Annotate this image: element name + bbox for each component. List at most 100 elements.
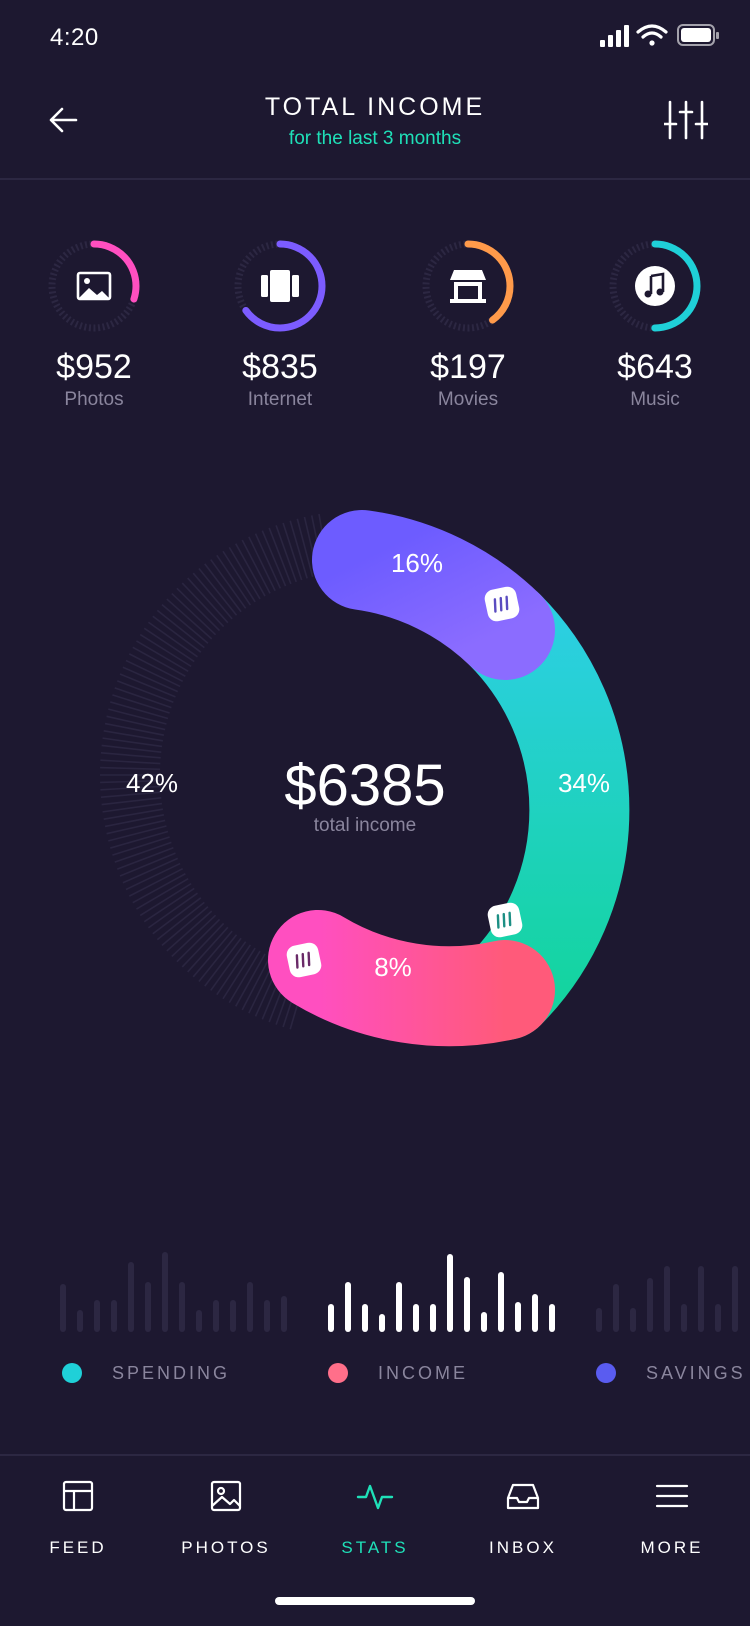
donut-tick: [125, 659, 181, 688]
category-card-movies[interactable]: $197 Movies: [398, 236, 538, 411]
donut-tick: [128, 867, 184, 897]
donut-tick: [241, 956, 271, 1011]
donut-tick: [181, 582, 225, 628]
image-icon: [76, 271, 112, 301]
category-amount: $835: [242, 348, 318, 386]
donut-tick: [176, 587, 221, 632]
bar: [732, 1266, 738, 1332]
bar-groups: [60, 1252, 738, 1332]
bar: [664, 1266, 670, 1332]
category-label: Internet: [247, 389, 313, 410]
donut-tick: [166, 598, 213, 640]
inbox-icon: [506, 1483, 540, 1510]
legend-label: INCOME: [378, 1362, 468, 1383]
nav-label: FEED: [49, 1538, 107, 1557]
menu-icon: [655, 1484, 689, 1508]
store-icon: [450, 270, 486, 303]
bar: [60, 1284, 66, 1332]
category-label: Movies: [437, 389, 499, 410]
slice-label: 34%: [558, 768, 610, 798]
category-card-music[interactable]: $643 Music: [585, 236, 725, 411]
nav-label: STATS: [341, 1538, 409, 1557]
page-subtitle: for the last 3 months: [288, 128, 462, 149]
donut-tick: [166, 910, 213, 952]
nav-stats[interactable]: STATS: [315, 1476, 435, 1558]
legend-dot: [596, 1363, 616, 1383]
donut-tick: [187, 577, 229, 624]
nav-photos[interactable]: PHOTOS: [166, 1476, 286, 1558]
category-label: Music: [630, 389, 680, 410]
bar: [498, 1272, 504, 1332]
bar: [145, 1282, 151, 1332]
bar: [230, 1300, 236, 1332]
bar: [447, 1254, 453, 1332]
bar: [613, 1284, 619, 1332]
donut-tick: [176, 918, 221, 963]
donut-tick: [100, 759, 161, 765]
status-icons: [600, 24, 719, 47]
category-card-photos[interactable]: $952 Photos: [24, 236, 164, 411]
nav-inbox[interactable]: INBOX: [463, 1476, 583, 1558]
progress-ring: [609, 240, 701, 332]
legend-savings[interactable]: SAVINGS: [596, 1358, 746, 1388]
bar: [345, 1282, 351, 1332]
bar: [715, 1304, 721, 1332]
legend-label: SPENDING: [112, 1362, 231, 1383]
donut-tick: [235, 543, 266, 597]
bar: [430, 1304, 436, 1332]
donut-tick: [171, 593, 217, 636]
category-label: Photos: [64, 389, 124, 410]
donut-tick: [132, 873, 186, 904]
header-divider: [0, 178, 750, 180]
category-card-internet[interactable]: $835 Internet: [210, 236, 350, 411]
battery-icon: [677, 24, 719, 46]
signal-icon: [600, 25, 629, 47]
donut-tick: [104, 814, 165, 828]
donut-tick: [125, 862, 181, 891]
progress-ring: [422, 240, 514, 332]
film-icon: [261, 270, 299, 302]
bar: [532, 1294, 538, 1332]
slice-label: 8%: [374, 952, 412, 982]
legend-dot: [328, 1363, 348, 1383]
bar: [77, 1310, 83, 1332]
donut-tick: [104, 722, 165, 736]
category-amount: $643: [617, 348, 693, 386]
donut-tick: [128, 653, 184, 683]
donut-tick: [106, 715, 166, 731]
bar: [179, 1282, 185, 1332]
bar: [464, 1277, 470, 1332]
progress-ring: [48, 240, 140, 332]
category-amount: $197: [430, 348, 506, 386]
bar: [162, 1252, 168, 1332]
donut-tick: [108, 825, 167, 842]
donut-tick: [235, 953, 266, 1007]
bar: [481, 1312, 487, 1332]
legend-spending[interactable]: SPENDING: [62, 1358, 230, 1388]
activity-icon: [356, 1484, 394, 1510]
slice-label: 42%: [126, 768, 178, 798]
donut-tick: [101, 744, 162, 753]
legend-income[interactable]: INCOME: [328, 1358, 468, 1388]
total-income-value: $6385: [284, 753, 446, 818]
nav-more[interactable]: MORE: [612, 1476, 732, 1558]
bar: [213, 1300, 219, 1332]
bar: [396, 1282, 402, 1332]
sliders-icon[interactable]: [664, 98, 708, 142]
bar: [681, 1304, 687, 1332]
donut-tick: [248, 536, 276, 592]
donut-tick: [187, 926, 229, 973]
nav-feed[interactable]: FEED: [18, 1476, 138, 1558]
bar: [647, 1278, 653, 1332]
bar: [94, 1300, 100, 1332]
total-income-label: total income: [313, 815, 417, 836]
donut-tick: [296, 518, 314, 578]
bar: [328, 1304, 334, 1332]
progress-ring: [234, 240, 326, 332]
donut-tick: [171, 914, 217, 957]
donut-tick: [100, 752, 161, 759]
bar: [247, 1282, 253, 1332]
status-time: 4:20: [50, 24, 99, 51]
bar: [379, 1314, 385, 1332]
slice-label: 16%: [391, 548, 443, 578]
